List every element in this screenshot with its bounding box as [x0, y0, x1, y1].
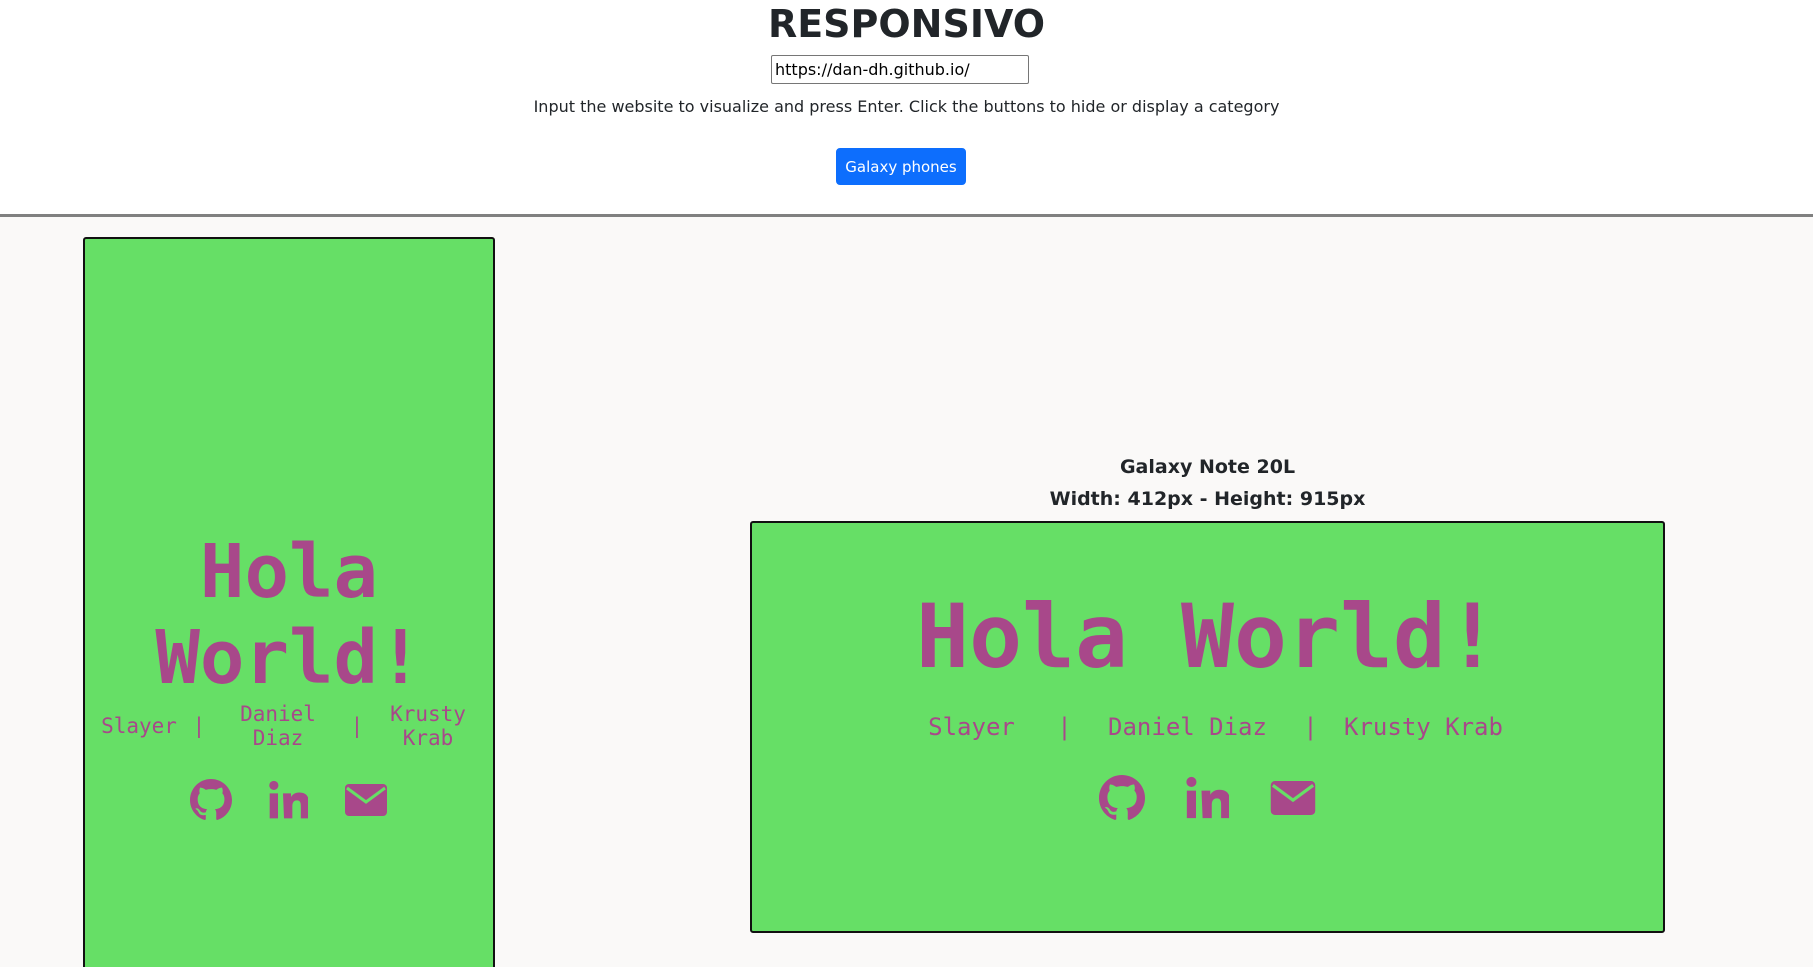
device-frame-landscape[interactable]: Hola World! Slayer | Daniel Diaz | Krust… — [750, 521, 1665, 933]
instructions-text: Input the website to visualize and press… — [533, 97, 1280, 116]
device-name: Galaxy Note 20L — [1119, 456, 1296, 478]
hero-line-1: Hola — [199, 529, 379, 615]
hero-title: Hola World! — [916, 585, 1499, 688]
envelope-icon[interactable] — [344, 783, 388, 821]
link-daniel-diaz[interactable]: Daniel Diaz — [210, 702, 346, 750]
envelope-icon[interactable] — [1269, 780, 1317, 820]
link-slayer[interactable]: Slayer — [90, 714, 188, 738]
site-links: Slayer | Daniel Diaz | Krusty Krab — [752, 713, 1663, 741]
header: RESPONSIVO Input the website to visualiz… — [0, 0, 1813, 216]
link-krusty-krab[interactable]: Krusty Krab — [368, 702, 488, 750]
link-separator: | — [1303, 713, 1318, 741]
hero-line-2: World! — [155, 615, 423, 701]
link-slayer[interactable]: Slayer — [897, 713, 1047, 741]
link-separator: | — [350, 714, 364, 738]
site-hero: Hola World! — [85, 529, 493, 701]
site-hero: Hola World! — [752, 587, 1663, 687]
github-icon[interactable] — [1098, 775, 1145, 825]
social-icons — [752, 775, 1663, 825]
github-icon[interactable] — [190, 779, 232, 825]
linkedin-icon[interactable] — [1185, 776, 1230, 824]
social-icons — [85, 779, 493, 825]
page-title: RESPONSIVO — [767, 2, 1046, 46]
site-links: Slayer | Daniel Diaz | Krusty Krab — [85, 702, 493, 750]
link-krusty-krab[interactable]: Krusty Krab — [1329, 713, 1519, 741]
devices-area[interactable]: Hola World! Slayer | Daniel Diaz | Krust… — [0, 217, 1813, 967]
galaxy-phones-button[interactable]: Galaxy phones — [836, 148, 966, 185]
link-separator: | — [192, 714, 206, 738]
device-size: Width: 412px - Height: 915px — [1049, 488, 1366, 510]
device-frame-portrait[interactable]: Hola World! Slayer | Daniel Diaz | Krust… — [83, 237, 495, 967]
url-input[interactable] — [771, 55, 1029, 84]
linkedin-icon[interactable] — [268, 780, 310, 824]
link-daniel-diaz[interactable]: Daniel Diaz — [1083, 713, 1293, 741]
link-separator: | — [1057, 713, 1072, 741]
